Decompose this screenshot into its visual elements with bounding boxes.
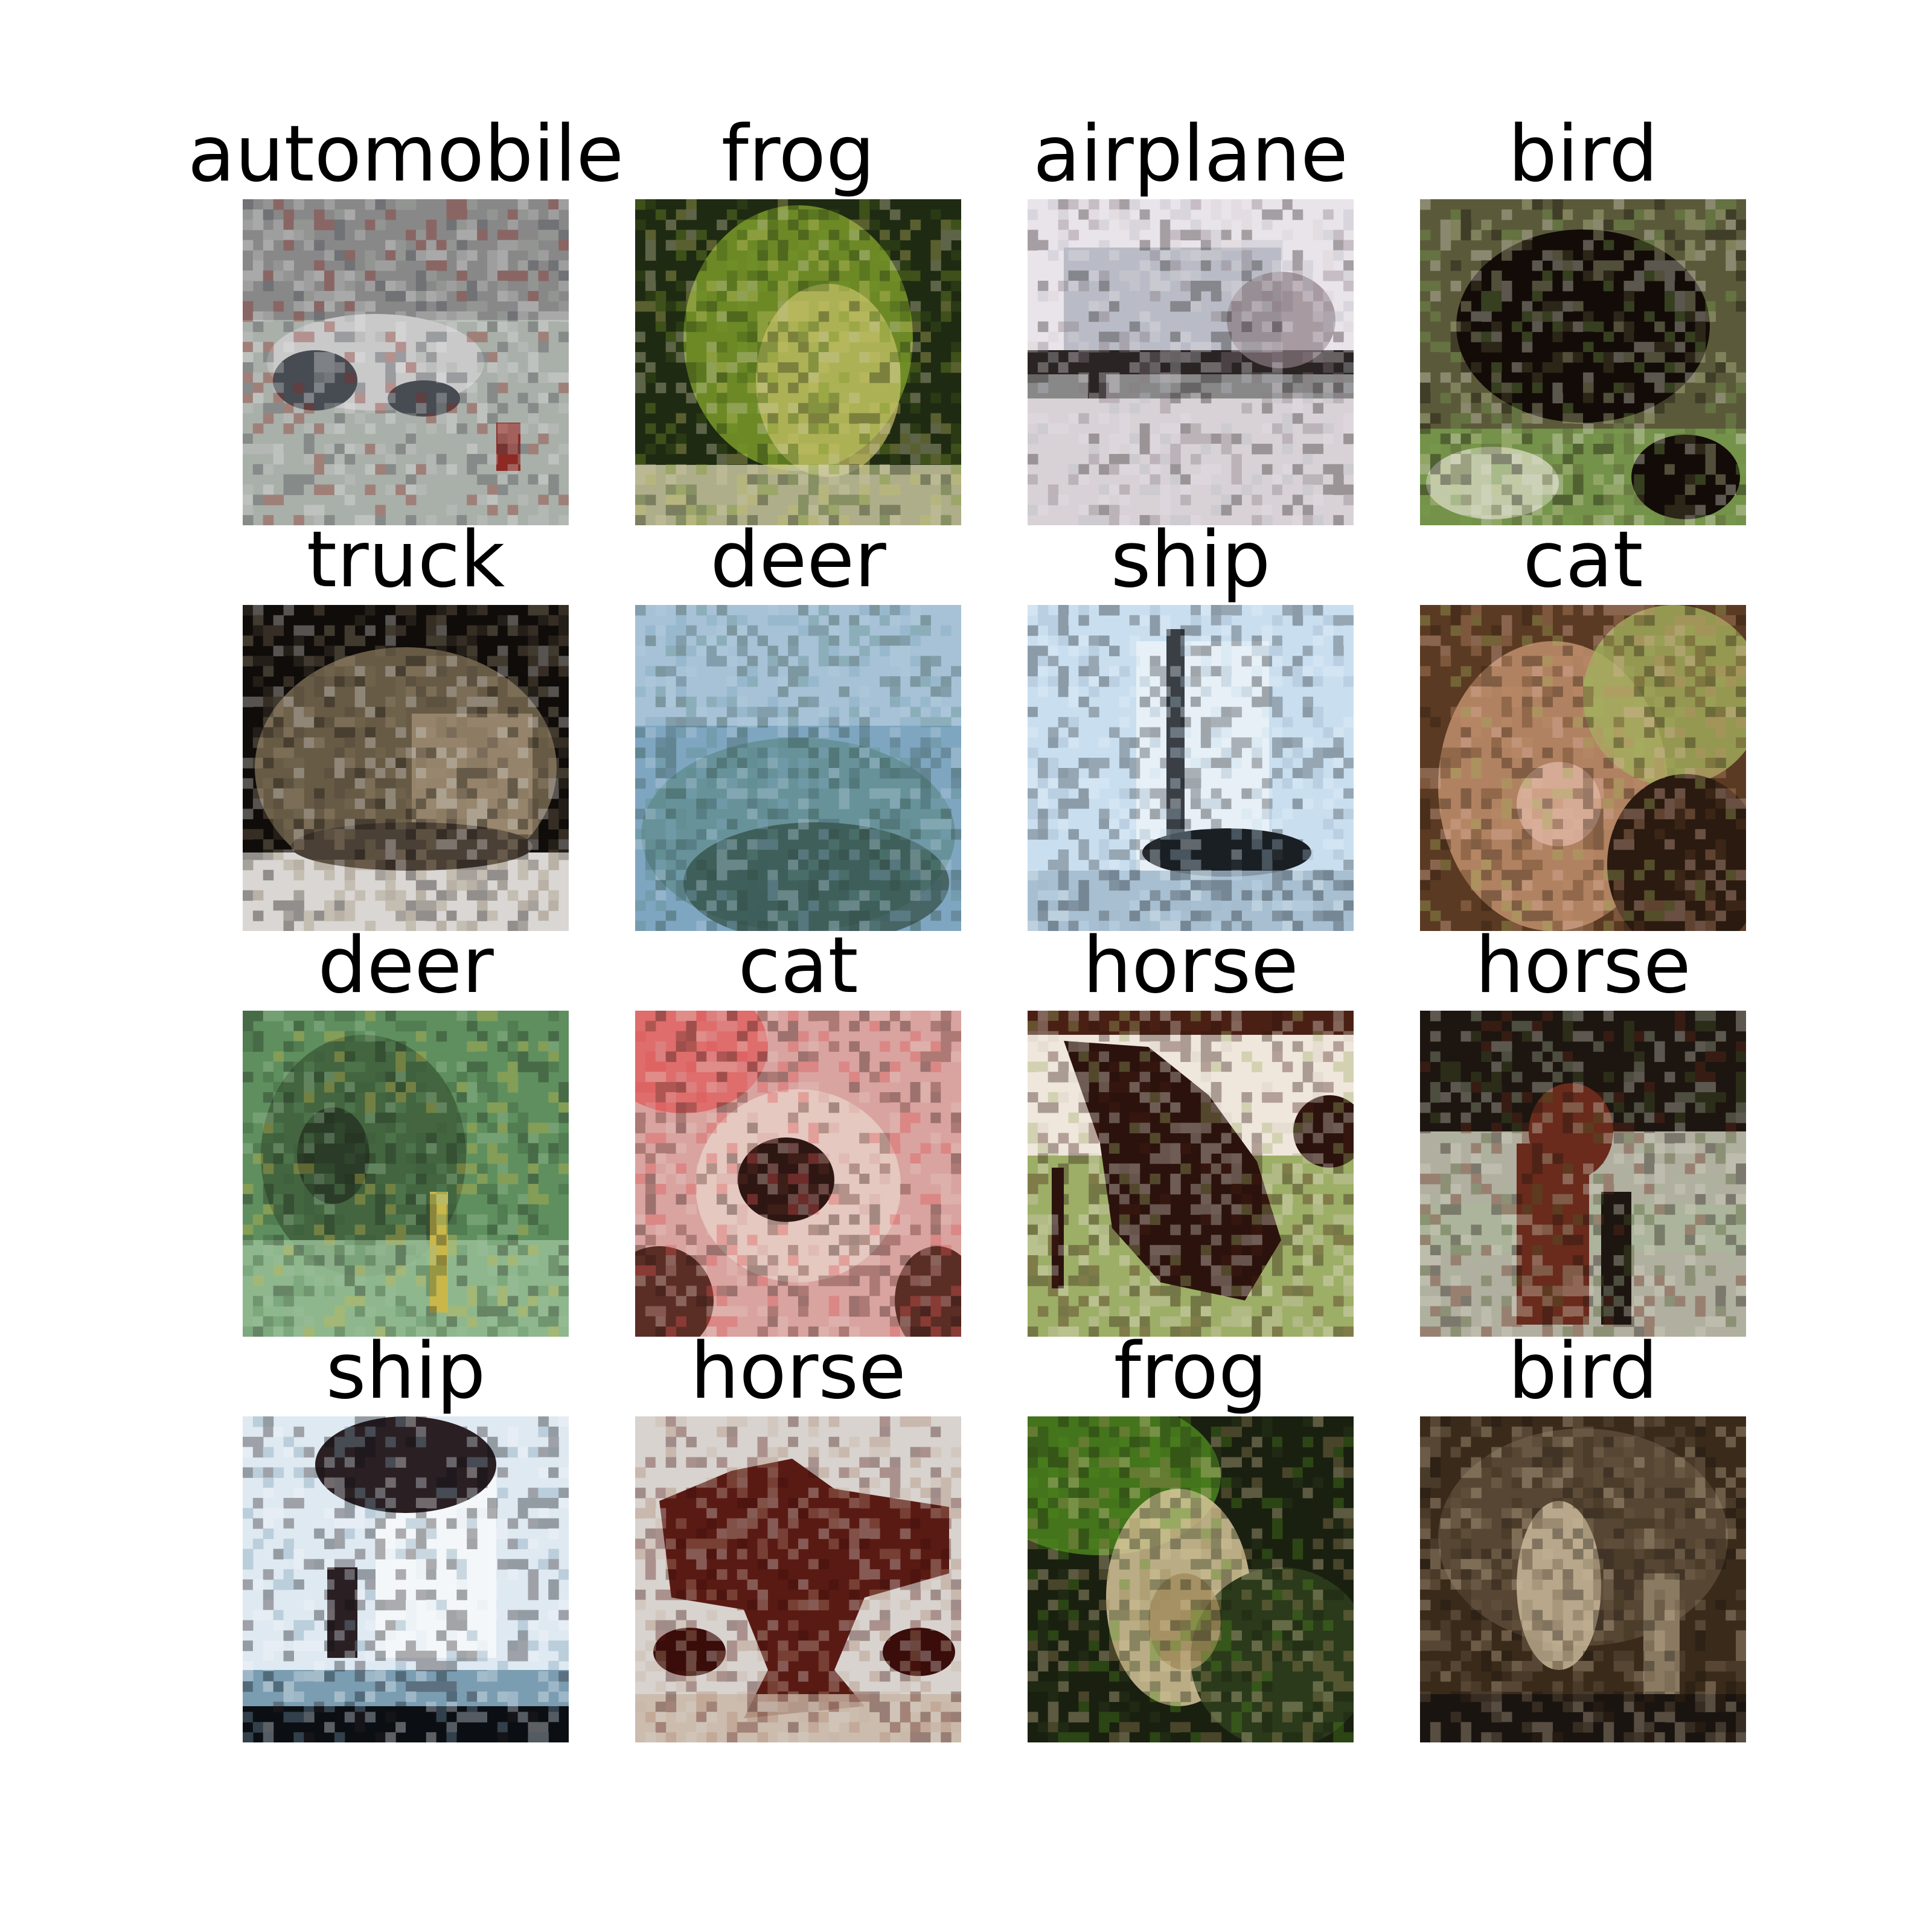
image-label: ship xyxy=(325,1326,486,1416)
image-pixels xyxy=(1028,199,1354,525)
image-label: automobile xyxy=(187,109,624,199)
image-label: cat xyxy=(738,921,859,1011)
image-pixels xyxy=(635,199,961,525)
image-pixels xyxy=(1420,605,1746,931)
image-label: frog xyxy=(1113,1326,1268,1416)
generated-image-truck xyxy=(243,605,569,931)
generated-image-frog xyxy=(635,199,961,525)
image-pixels xyxy=(243,1011,569,1337)
image-label: truck xyxy=(306,515,505,605)
generated-image-bird xyxy=(1420,1416,1746,1742)
image-label: cat xyxy=(1523,515,1643,605)
generated-image-horse xyxy=(1028,1011,1354,1337)
generated-image-deer xyxy=(635,605,961,931)
image-pixels xyxy=(1028,605,1354,931)
image-label: bird xyxy=(1508,1326,1659,1416)
generated-image-frog xyxy=(1028,1416,1354,1742)
image-pixels xyxy=(243,199,569,525)
image-label: deer xyxy=(318,921,494,1011)
image-label: horse xyxy=(1083,921,1299,1011)
image-label: airplane xyxy=(1033,109,1348,199)
image-grid-figure: automobile frog airplane bird truck deer ship c… xyxy=(0,0,1932,1932)
generated-image-cat xyxy=(635,1011,961,1337)
generated-image-airplane xyxy=(1028,199,1354,525)
generated-image-cat xyxy=(1420,605,1746,931)
generated-image-horse xyxy=(635,1416,961,1742)
image-pixels xyxy=(1420,199,1746,525)
image-pixels xyxy=(635,1011,961,1337)
image-pixels xyxy=(1028,1011,1354,1337)
image-label: ship xyxy=(1110,515,1271,605)
image-pixels xyxy=(243,605,569,931)
image-label: horse xyxy=(1475,921,1691,1011)
generated-image-ship xyxy=(1028,605,1354,931)
image-label: frog xyxy=(721,109,875,199)
generated-image-automobile xyxy=(243,199,569,525)
image-pixels xyxy=(635,605,961,931)
generated-image-horse xyxy=(1420,1011,1746,1337)
image-label: horse xyxy=(690,1326,906,1416)
generated-image-ship xyxy=(243,1416,569,1742)
image-pixels xyxy=(1420,1416,1746,1742)
image-pixels xyxy=(1028,1416,1354,1742)
generated-image-deer xyxy=(243,1011,569,1337)
image-label: bird xyxy=(1508,109,1659,199)
image-pixels xyxy=(635,1416,961,1742)
generated-image-bird xyxy=(1420,199,1746,525)
image-pixels xyxy=(243,1416,569,1742)
image-pixels xyxy=(1420,1011,1746,1337)
image-label: deer xyxy=(710,515,886,605)
